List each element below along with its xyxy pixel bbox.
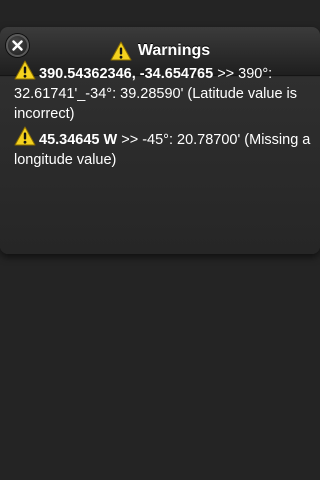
warning-icon [110,41,132,61]
warning-icon [14,60,36,80]
warning-icon [14,126,36,146]
warning-arrow: >> [217,66,235,82]
warning-arrow: >> [121,132,139,148]
warning-item: 45.34645 W >> -45°: 20.78700' (Missing a… [14,126,314,170]
warning-input-value: 45.34645 W [39,132,118,148]
warning-item: 390.54362346, -34.654765 >> 390°: 32.617… [14,60,314,124]
dialog-title-text: Warnings [137,42,211,59]
warning-input-value: 390.54362346, -34.654765 [39,66,214,82]
